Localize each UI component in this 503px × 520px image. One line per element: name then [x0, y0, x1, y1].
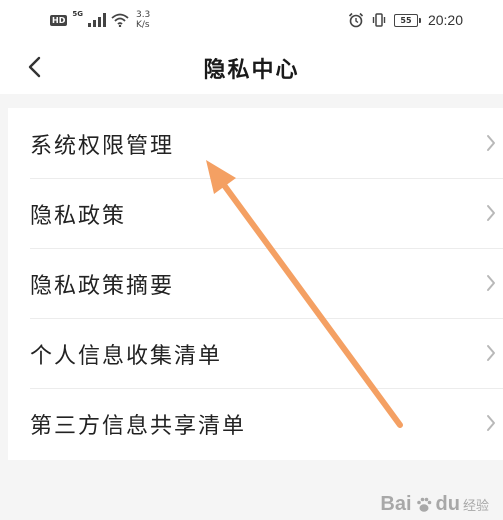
menu-item-label: 第三方信息共享清单: [30, 414, 247, 439]
watermark-logo: Bai du 经验: [380, 493, 489, 516]
menu-item-label: 隐私政策: [30, 204, 127, 229]
menu-list: 系统权限管理 隐私政策 隐私政策摘要 个人信息收集清单 第三方信息共享清单: [8, 108, 503, 460]
status-right: 55 20:20: [348, 9, 463, 31]
menu-item-privacy-summary[interactable]: 隐私政策摘要: [8, 248, 503, 318]
network-type: 5G: [72, 10, 83, 18]
watermark-brand-suffix: du: [435, 493, 460, 515]
chevron-right-icon: [487, 135, 495, 151]
chevron-right-icon: [487, 275, 495, 291]
chevron-right-icon: [487, 345, 495, 361]
paw-icon: [416, 497, 431, 512]
watermark-sub: 经验: [462, 498, 489, 513]
status-bar: HD 5G 3.3 K/s 55 20:20: [0, 0, 503, 40]
alarm-icon: [348, 12, 364, 28]
menu-item-label: 系统权限管理: [30, 134, 175, 159]
status-left: HD 5G 3.3 K/s: [50, 9, 150, 31]
hd-badge: HD: [50, 14, 68, 26]
menu-item-third-party-sharing[interactable]: 第三方信息共享清单: [8, 388, 503, 458]
network-speed: 3.3 K/s: [136, 10, 150, 30]
signal-icon: [87, 13, 106, 27]
menu-item-label: 个人信息收集清单: [30, 344, 223, 369]
wifi-icon: [111, 13, 129, 27]
menu-item-label: 隐私政策摘要: [30, 274, 175, 299]
menu-item-personal-info-list[interactable]: 个人信息收集清单: [8, 318, 503, 388]
nav-header: 隐私中心: [0, 40, 503, 94]
chevron-right-icon: [487, 205, 495, 221]
vibrate-icon: [372, 13, 386, 27]
speed-value: 3.3: [135, 10, 151, 20]
speed-unit: K/s: [135, 20, 150, 30]
battery-icon: 55: [393, 13, 421, 27]
menu-item-system-permissions[interactable]: 系统权限管理: [8, 108, 503, 178]
status-time: 20:20: [427, 12, 463, 28]
menu-item-privacy-policy[interactable]: 隐私政策: [8, 178, 503, 248]
chevron-right-icon: [487, 415, 495, 431]
watermark-brand: Bai: [380, 493, 412, 515]
battery-tip: [418, 17, 421, 23]
page-title: 隐私中心: [203, 58, 300, 83]
battery-level: 55: [393, 13, 418, 27]
